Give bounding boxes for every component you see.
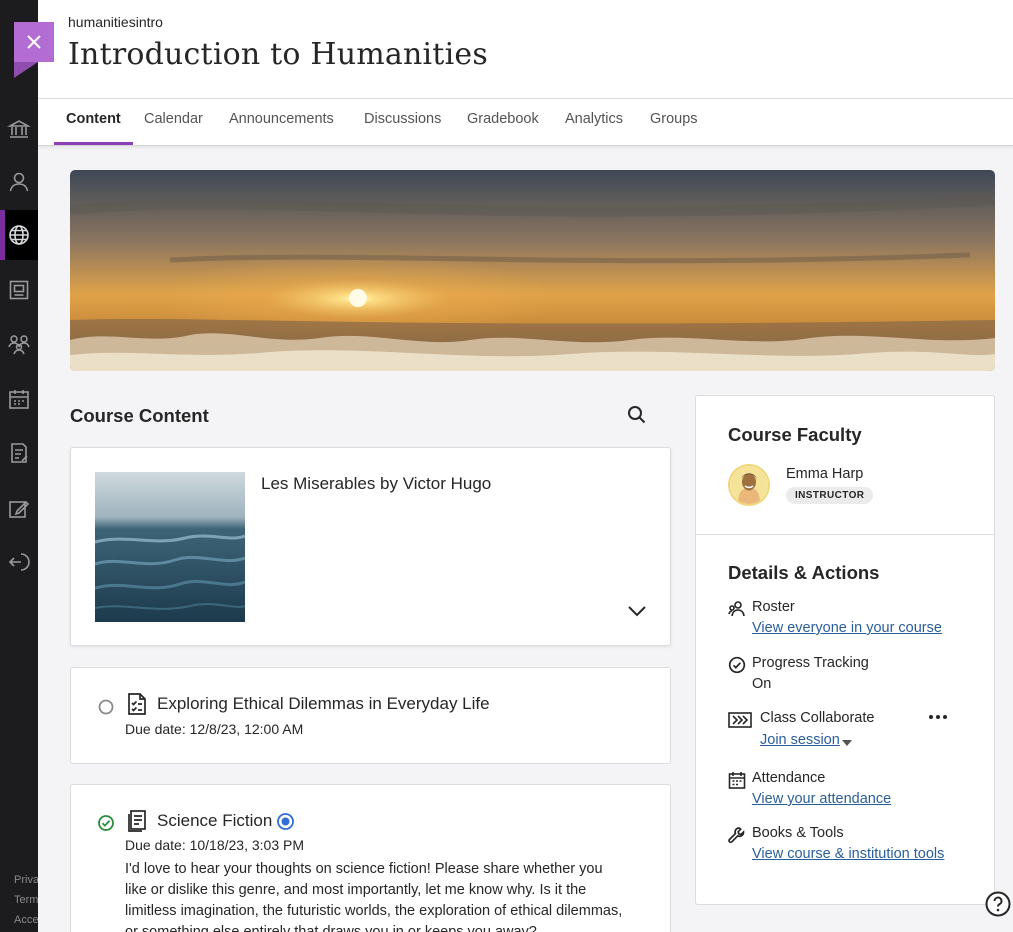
more-options-icon[interactable] (928, 712, 948, 722)
global-navigation: Privacy Terms Accessibility (0, 0, 38, 932)
books-tools-label: Books & Tools (752, 825, 844, 841)
profile-icon (9, 172, 29, 192)
close-button-tab-shadow (14, 62, 38, 78)
assignment-icon (128, 693, 146, 715)
calendar-icon (9, 390, 29, 409)
tools-wrench-icon (728, 827, 745, 844)
avatar[interactable] (728, 464, 770, 506)
content-item-discussion[interactable]: Science Fiction Due date: 10/18/23, 3:03… (70, 784, 671, 932)
course-id: humanitiesintro (68, 14, 163, 30)
tab-announcements[interactable]: Announcements (217, 99, 346, 145)
attendance-label: Attendance (752, 770, 826, 786)
content-item-folder[interactable]: Les Miserables by Victor Hugo (70, 447, 671, 646)
join-session-link[interactable]: Join session (760, 732, 840, 748)
privacy-link[interactable]: Privacy (14, 874, 38, 886)
groups-nav-item[interactable] (0, 319, 38, 369)
course-tabs: Content Calendar Announcements Discussio… (38, 99, 1013, 146)
grades-nav-item[interactable] (0, 428, 38, 478)
class-collaborate-icon (728, 712, 752, 728)
completed-status-icon (98, 815, 114, 831)
faculty-name[interactable]: Emma Harp (786, 466, 863, 482)
institution-icon (7, 120, 31, 138)
progress-tracking-icon (728, 656, 746, 674)
tab-content[interactable]: Content (54, 99, 133, 145)
search-icon[interactable] (626, 404, 648, 426)
books-tools-link[interactable]: View course & institution tools (752, 846, 944, 862)
course-content-heading: Course Content (70, 405, 209, 426)
messages-nav-item[interactable] (0, 484, 38, 534)
class-collaborate-label: Class Collaborate (760, 710, 875, 726)
course-header: humanitiesintro Introduction to Humaniti… (38, 0, 1013, 99)
caret-down-icon[interactable] (842, 740, 852, 746)
roster-link[interactable]: View everyone in your course (752, 620, 942, 636)
courses-nav-item[interactable] (0, 265, 38, 315)
calendar-nav-item[interactable] (0, 374, 38, 424)
accessibility-link[interactable]: Accessibility (14, 914, 38, 926)
course-faculty-heading: Course Faculty (728, 424, 862, 445)
tab-groups[interactable]: Groups (638, 99, 710, 145)
profile-nav-item[interactable] (0, 157, 38, 207)
divider (696, 534, 994, 535)
content-item-title[interactable]: Les Miserables by Victor Hugo (261, 474, 491, 494)
content-item-assignment[interactable]: Exploring Ethical Dilemmas in Everyday L… (70, 667, 671, 764)
courses-nav-item-active[interactable] (0, 210, 38, 260)
progress-tracking-label: Progress Tracking (752, 655, 869, 671)
details-actions-heading: Details & Actions (728, 562, 880, 583)
page-title: Introduction to Humanities (68, 37, 488, 72)
content-item-title[interactable]: Exploring Ethical Dilemmas in Everyday L… (157, 694, 490, 714)
course-panel: humanitiesintro Introduction to Humaniti… (38, 0, 1013, 932)
globe-icon (9, 225, 29, 245)
tab-gradebook[interactable]: Gradebook (455, 99, 551, 145)
help-icon[interactable] (985, 891, 1011, 917)
content-item-title[interactable]: Science Fiction (157, 811, 272, 831)
discussion-icon (128, 810, 146, 832)
tab-discussions[interactable]: Discussions (352, 99, 453, 145)
attendance-icon (728, 772, 746, 789)
institution-nav-item[interactable] (0, 104, 38, 154)
terms-link[interactable]: Terms (14, 894, 38, 906)
attendance-link[interactable]: View your attendance (752, 791, 891, 807)
not-started-status-icon (98, 699, 114, 715)
messages-icon (9, 500, 30, 518)
folder-thumbnail-image (95, 472, 245, 622)
course-details-sidebar: Course Faculty Emma Harp INSTRUCTOR Deta… (695, 395, 995, 905)
new-activity-badge-icon (277, 813, 294, 830)
progress-tracking-value: On (752, 676, 772, 692)
close-button[interactable] (14, 22, 54, 62)
tab-calendar[interactable]: Calendar (132, 99, 215, 145)
sign-out-icon (8, 553, 30, 571)
courses-icon (9, 280, 29, 300)
chevron-down-icon[interactable] (626, 604, 648, 618)
due-date: Due date: 10/18/23, 3:03 PM (125, 837, 305, 853)
roster-icon (728, 601, 745, 617)
grades-icon (11, 443, 28, 463)
tab-analytics[interactable]: Analytics (553, 99, 635, 145)
role-badge: INSTRUCTOR (786, 487, 874, 504)
close-icon (27, 35, 41, 49)
groups-icon (8, 335, 30, 355)
roster-label: Roster (752, 599, 795, 615)
course-banner-image (70, 170, 995, 371)
item-description: I'd love to hear your thoughts on scienc… (125, 861, 623, 932)
due-date: Due date: 12/8/23, 12:00 AM (125, 721, 304, 737)
sign-out-nav-item[interactable] (0, 537, 38, 587)
